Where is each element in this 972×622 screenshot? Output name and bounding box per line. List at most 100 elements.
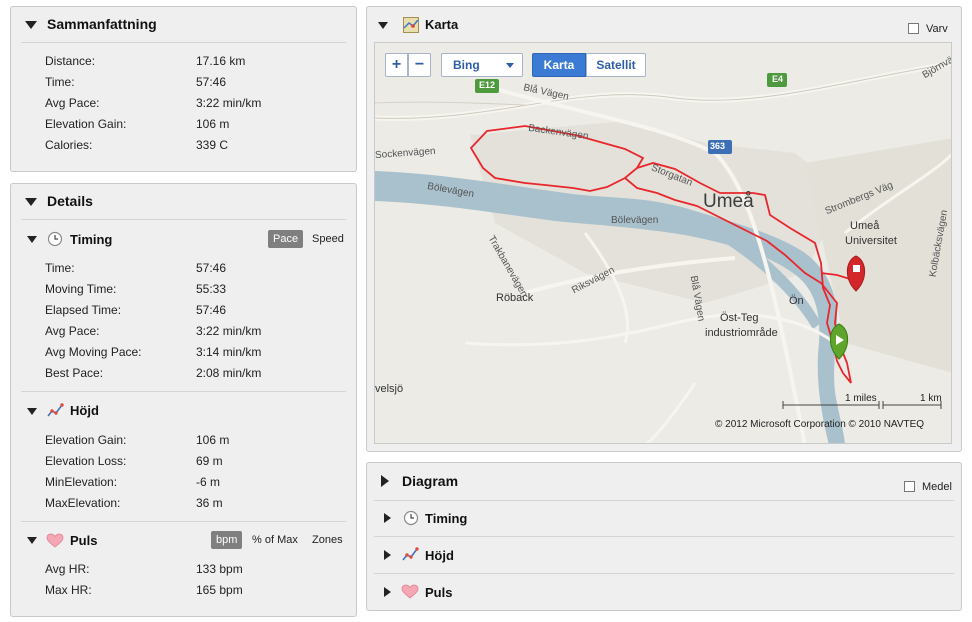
divider (21, 42, 346, 43)
map-provider-select[interactable]: Bing (441, 53, 523, 77)
place-on: Ön (789, 295, 804, 307)
expand-diagram-icon[interactable] (381, 475, 389, 487)
speed-toggle[interactable]: Speed (307, 230, 349, 248)
diagram-elevation-title[interactable]: Höjd (425, 548, 454, 563)
place-university-line2: Universitet (845, 235, 897, 247)
timing-moving-value: 55:33 (196, 282, 227, 296)
details-panel: Details Timing Pace Speed Time: 57:46 Mo… (10, 183, 357, 617)
summary-time-label: Time: (45, 75, 75, 89)
elevation-loss-value: 69 m (196, 454, 223, 468)
place-university-line1: Umeå (850, 220, 880, 232)
pulse-max-value: 165 bpm (196, 583, 243, 597)
summary-calories-label: Calories: (45, 138, 93, 152)
timing-time-label: Time: (45, 261, 75, 275)
details-title: Details (47, 193, 93, 209)
elevation-chart-icon (402, 547, 419, 561)
map-view[interactable]: + − Bing Karta Satellit E12 E4 363 Umeå … (374, 42, 952, 444)
summary-calories-value: 339 C (196, 138, 229, 152)
zoom-out-button[interactable]: − (408, 53, 431, 77)
diagram-title: Diagram (402, 473, 459, 489)
map-provider-value: Bing (453, 58, 480, 72)
place-umea: Umeå (703, 191, 754, 212)
zoom-in-button[interactable]: + (385, 53, 408, 77)
clock-icon (403, 510, 419, 526)
timing-avgmoving-label: Avg Moving Pace: (45, 345, 142, 359)
shield-363-label: 363 (710, 141, 726, 151)
scale-miles-label: 1 miles (845, 393, 877, 404)
satellite-view-button[interactable]: Satellit (586, 53, 646, 77)
elevation-loss-label: Elevation Loss: (45, 454, 127, 468)
collapse-timing-icon[interactable] (27, 236, 37, 243)
timing-title: Timing (70, 232, 113, 247)
expand-timing-icon[interactable] (384, 513, 391, 523)
map-copyright: © 2012 Microsoft Corporation © 2010 NAVT… (715, 419, 925, 430)
average-checkbox[interactable] (904, 481, 915, 492)
summary-elevation-value: 106 m (196, 117, 230, 131)
map-view-button[interactable]: Karta (532, 53, 586, 77)
elevation-gain-label: Elevation Gain: (45, 433, 127, 447)
collapse-summary-icon[interactable] (25, 21, 37, 29)
average-label: Medel (922, 481, 952, 493)
diagram-panel: Diagram Medel Timing Höjd Puls (366, 462, 962, 611)
zones-toggle[interactable]: Zones (307, 531, 348, 549)
heart-icon (401, 584, 419, 599)
place-ost-teg-line2: industriområde (705, 327, 778, 339)
bpm-toggle[interactable]: bpm (211, 531, 243, 549)
summary-pace-value: 3:22 min/km (196, 96, 262, 110)
pulse-max-label: Max HR: (45, 583, 92, 597)
timing-elapsed-label: Elapsed Time: (45, 303, 122, 317)
elevation-max-label: MaxElevation: (45, 496, 121, 510)
place-ost-teg-line1: Öst-Teg (720, 312, 759, 324)
collapse-pulse-icon[interactable] (27, 537, 37, 544)
clock-icon (47, 231, 63, 247)
summary-time-value: 57:46 (196, 75, 227, 89)
map-title: Karta (425, 17, 459, 32)
elevation-title: Höjd (70, 403, 99, 418)
summary-pace-label: Avg Pace: (45, 96, 100, 110)
collapse-elevation-icon[interactable] (27, 408, 37, 415)
summary-elevation-label: Elevation Gain: (45, 117, 127, 131)
divider (374, 573, 954, 574)
percent-max-toggle[interactable]: % of Max (247, 531, 303, 549)
expand-elevation-icon[interactable] (384, 550, 391, 560)
timing-moving-label: Moving Time: (45, 282, 117, 296)
place-velsjo: velsjö (375, 383, 404, 395)
timing-elapsed-value: 57:46 (196, 303, 227, 317)
collapse-map-icon[interactable] (378, 22, 388, 29)
divider (21, 219, 346, 220)
elevation-max-value: 36 m (196, 496, 223, 510)
summary-distance-label: Distance: (45, 54, 96, 68)
timing-avgmoving-value: 3:14 min/km (196, 345, 262, 359)
diagram-pulse-title[interactable]: Puls (425, 585, 452, 600)
laps-label: Varv (926, 23, 948, 35)
divider (21, 521, 346, 522)
summary-panel: Sammanfattning Distance: 17.16 km Time: … (10, 6, 357, 172)
divider (374, 536, 954, 537)
elevation-min-value: -6 m (196, 475, 220, 489)
elevation-min-label: MinElevation: (45, 475, 118, 489)
timing-time-value: 57:46 (196, 261, 227, 275)
shield-e4-label: E4 (772, 74, 784, 84)
chevron-down-icon (506, 63, 514, 68)
timing-avgpace-value: 3:22 min/km (196, 324, 262, 338)
divider (374, 500, 954, 501)
shield-e12-label: E12 (479, 80, 496, 90)
summary-distance-value: 17.16 km (196, 54, 246, 68)
divider (21, 391, 346, 392)
map-icon (403, 17, 419, 33)
elevation-chart-icon (47, 403, 64, 417)
laps-checkbox[interactable] (908, 23, 919, 34)
pace-toggle[interactable]: Pace (268, 230, 304, 248)
timing-bestpace-label: Best Pace: (45, 366, 104, 380)
pulse-avg-label: Avg HR: (45, 562, 90, 576)
summary-title: Sammanfattning (47, 16, 157, 32)
timing-avgpace-label: Avg Pace: (45, 324, 100, 338)
collapse-details-icon[interactable] (25, 198, 37, 206)
road-bolevagen-east: Bölevägen (611, 215, 659, 226)
expand-pulse-icon[interactable] (384, 587, 391, 597)
heart-icon (46, 533, 64, 548)
scale-km-label: 1 km (920, 393, 942, 404)
timing-bestpace-value: 2:08 min/km (196, 366, 262, 380)
diagram-timing-title[interactable]: Timing (425, 511, 467, 526)
pulse-title: Puls (70, 533, 98, 548)
